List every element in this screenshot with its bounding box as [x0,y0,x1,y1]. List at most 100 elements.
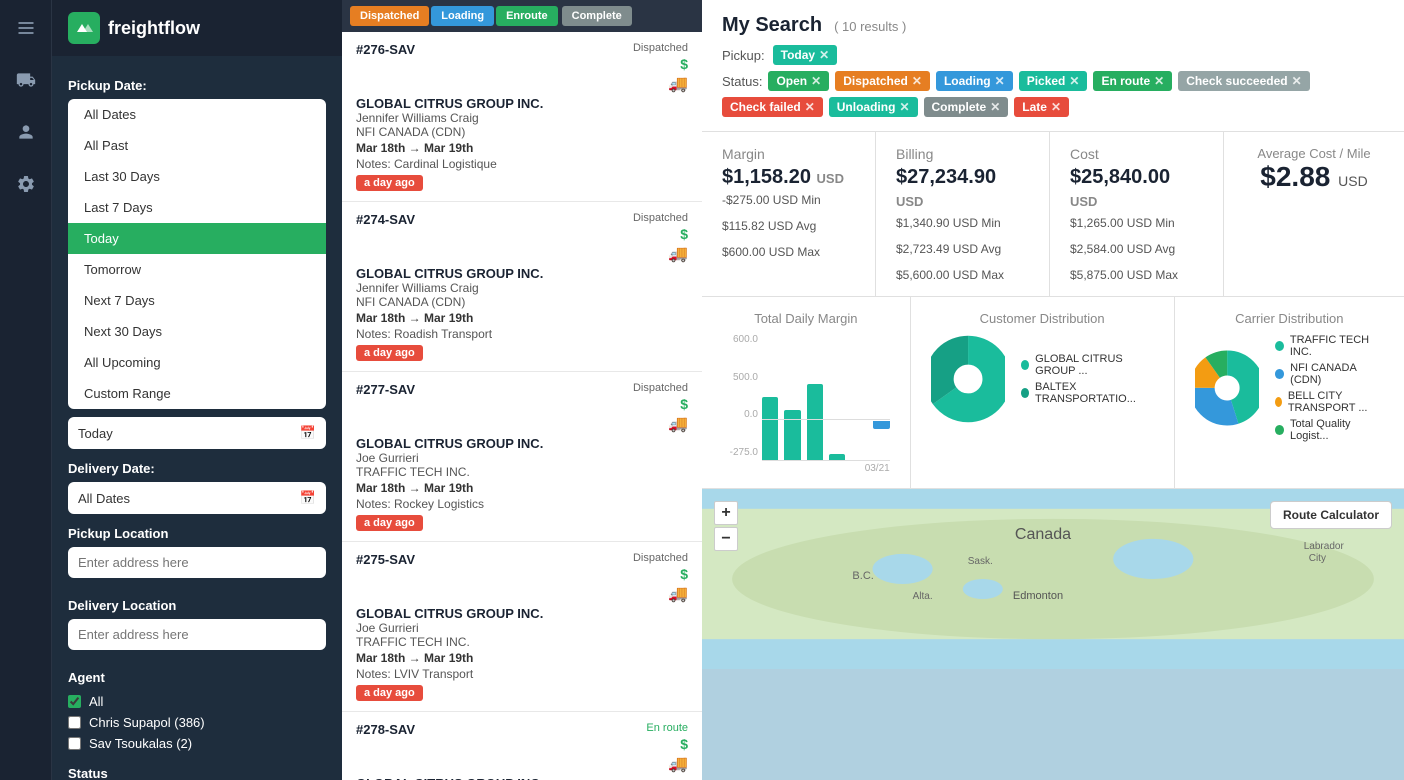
margin-value: $1,158.20 USD [722,166,855,189]
shipment-card-276[interactable]: #276-SAV Dispatched $ 🚚 GLOBAL CITRUS GR… [342,32,702,202]
customer-pie-chart [931,334,1005,424]
shipment-id-274: #274-SAV [356,212,415,227]
status-text-277: Dispatched [633,382,688,394]
agent-275: Joe Gurrieri [356,621,688,635]
zero-line [762,419,890,420]
carrier-274: NFI CANADA (CDN) [356,295,688,309]
carrier-legend-4: Total Quality Logist... [1275,418,1384,442]
carrier-dot-2 [1275,369,1284,379]
shipment-card-274[interactable]: #274-SAV Dispatched $ 🚚 GLOBAL CITRUS GR… [342,202,702,372]
zoom-out-button[interactable]: − [714,527,738,551]
charts-row: Total Daily Margin 600.0 500.0 0.0 -275.… [702,297,1404,489]
agent-all-row[interactable]: All [68,691,326,712]
status-chip-complete[interactable]: Complete [562,6,632,26]
agent-chris-row[interactable]: Chris Supapol (386) [68,712,326,733]
status-chip-dispatched[interactable]: Dispatched [350,6,429,26]
cost-label: Cost [1070,146,1203,162]
pickup-date-label: Pickup Date: [68,78,326,93]
dollar-icon-274: $ [680,226,688,242]
chip-enroute[interactable]: En route ✕ [1093,71,1172,91]
date-option-custom[interactable]: Custom Range [68,378,326,409]
nav-truck-icon[interactable] [10,64,42,96]
agent-all-checkbox[interactable] [68,695,81,708]
billing-stats: $1,340.90 USD Min $2,723.49 USD Avg $5,6… [896,216,1029,282]
svg-text:Sask.: Sask. [968,556,993,567]
calendar-icon[interactable]: 📅 [300,425,316,441]
map-area: Canada B.C. Alta. Sask. Edmonton Labrado… [702,489,1404,780]
shipment-card-278[interactable]: #278-SAV En route $ 🚚 GLOBAL CITRUS GROU… [342,712,702,780]
shipment-id-276: #276-SAV [356,42,415,57]
cost-stats: $1,265.00 USD Min $2,584.00 USD Avg $5,8… [1070,216,1203,282]
pickup-chip[interactable]: Today ✕ [773,45,838,65]
agent-274: Jennifer Williams Craig [356,281,688,295]
nav-menu-icon[interactable] [10,12,42,44]
carrier-dot-4 [1275,425,1284,435]
delivery-location-input[interactable] [68,619,326,650]
bar-col-2 [784,334,800,460]
delivery-date-input[interactable] [78,491,300,506]
carrier-276: NFI CANADA (CDN) [356,125,688,139]
daily-margin-chart: Total Daily Margin 600.0 500.0 0.0 -275.… [702,297,911,488]
pickup-date-section: Pickup Date: All Dates All Past Last 30 … [52,56,342,780]
chip-complete[interactable]: Complete ✕ [924,97,1009,117]
chip-picked[interactable]: Picked ✕ [1019,71,1088,91]
date-option-next-30[interactable]: Next 30 Days [68,316,326,347]
delivery-date-input-wrap[interactable]: 📅 [68,482,326,514]
dollar-icon-275: $ [680,566,688,582]
agent-sav-row[interactable]: Sav Tsoukalas (2) [68,733,326,754]
svg-text:Alta.: Alta. [913,591,933,602]
date-option-tomorrow[interactable]: Tomorrow [68,254,326,285]
carrier-pie-chart [1195,343,1259,433]
date-option-today[interactable]: Today [68,223,326,254]
chip-dispatched[interactable]: Dispatched ✕ [835,71,930,91]
status-section-label: Status [68,766,326,780]
status-filter-label: Status: [722,74,762,89]
chip-check-failed[interactable]: Check failed ✕ [722,97,823,117]
bar-4 [829,454,845,460]
date-option-all-dates[interactable]: All Dates [68,99,326,130]
date-option-last-30[interactable]: Last 30 Days [68,161,326,192]
shipment-status-275: Dispatched $ 🚚 [633,552,688,604]
shipment-card-277[interactable]: #277-SAV Dispatched $ 🚚 GLOBAL CITRUS GR… [342,372,702,542]
agent-sav-checkbox[interactable] [68,737,81,750]
time-badge-277: a day ago [356,515,423,531]
pickup-chip-close[interactable]: ✕ [819,48,829,62]
bar-col-4 [829,334,845,460]
search-title: My Search [722,14,822,37]
logo: freightflow [68,12,326,44]
bar-col-5 [851,334,867,460]
pickup-location-input[interactable] [68,547,326,578]
status-chip-loading[interactable]: Loading [431,6,494,26]
agent-277: Joe Gurrieri [356,451,688,465]
zoom-in-button[interactable]: + [714,501,738,525]
date-option-last-7[interactable]: Last 7 Days [68,192,326,223]
bar-chart-area: 03/21 [762,334,890,474]
chip-check-succeeded[interactable]: Check succeeded ✕ [1178,71,1309,91]
date-option-next-7[interactable]: Next 7 Days [68,285,326,316]
chip-late[interactable]: Late ✕ [1014,97,1069,117]
avg-cost-value: $2.88 USD [1244,161,1384,193]
map-controls[interactable]: + − [714,501,738,551]
pickup-date-input[interactable] [78,426,300,441]
carrier-dot-3 [1275,397,1282,407]
date-option-all-past[interactable]: All Past [68,130,326,161]
nav-settings-icon[interactable] [10,168,42,200]
customer-distribution-block: Customer Distribution GLOBAL CITRUS GROU… [911,297,1175,488]
company-277: GLOBAL CITRUS GROUP INC. [356,436,688,451]
logo-icon [68,12,100,44]
chip-open[interactable]: Open ✕ [768,71,829,91]
agent-chris-checkbox[interactable] [68,716,81,729]
shipment-card-275[interactable]: #275-SAV Dispatched $ 🚚 GLOBAL CITRUS GR… [342,542,702,712]
route-calculator-button[interactable]: Route Calculator [1270,501,1392,529]
pickup-date-input-wrap[interactable]: 📅 [68,417,326,449]
chip-loading[interactable]: Loading ✕ [936,71,1013,91]
agent-276: Jennifer Williams Craig [356,111,688,125]
agent-chris-label: Chris Supapol (386) [89,715,205,730]
delivery-calendar-icon[interactable]: 📅 [300,490,316,506]
date-option-all-upcoming[interactable]: All Upcoming [68,347,326,378]
status-chip-enroute[interactable]: Enroute [496,6,558,26]
chip-unloading[interactable]: Unloading ✕ [829,97,918,117]
agent-all-label: All [89,694,103,709]
date-dropdown[interactable]: All Dates All Past Last 30 Days Last 7 D… [68,99,326,409]
nav-user-icon[interactable] [10,116,42,148]
